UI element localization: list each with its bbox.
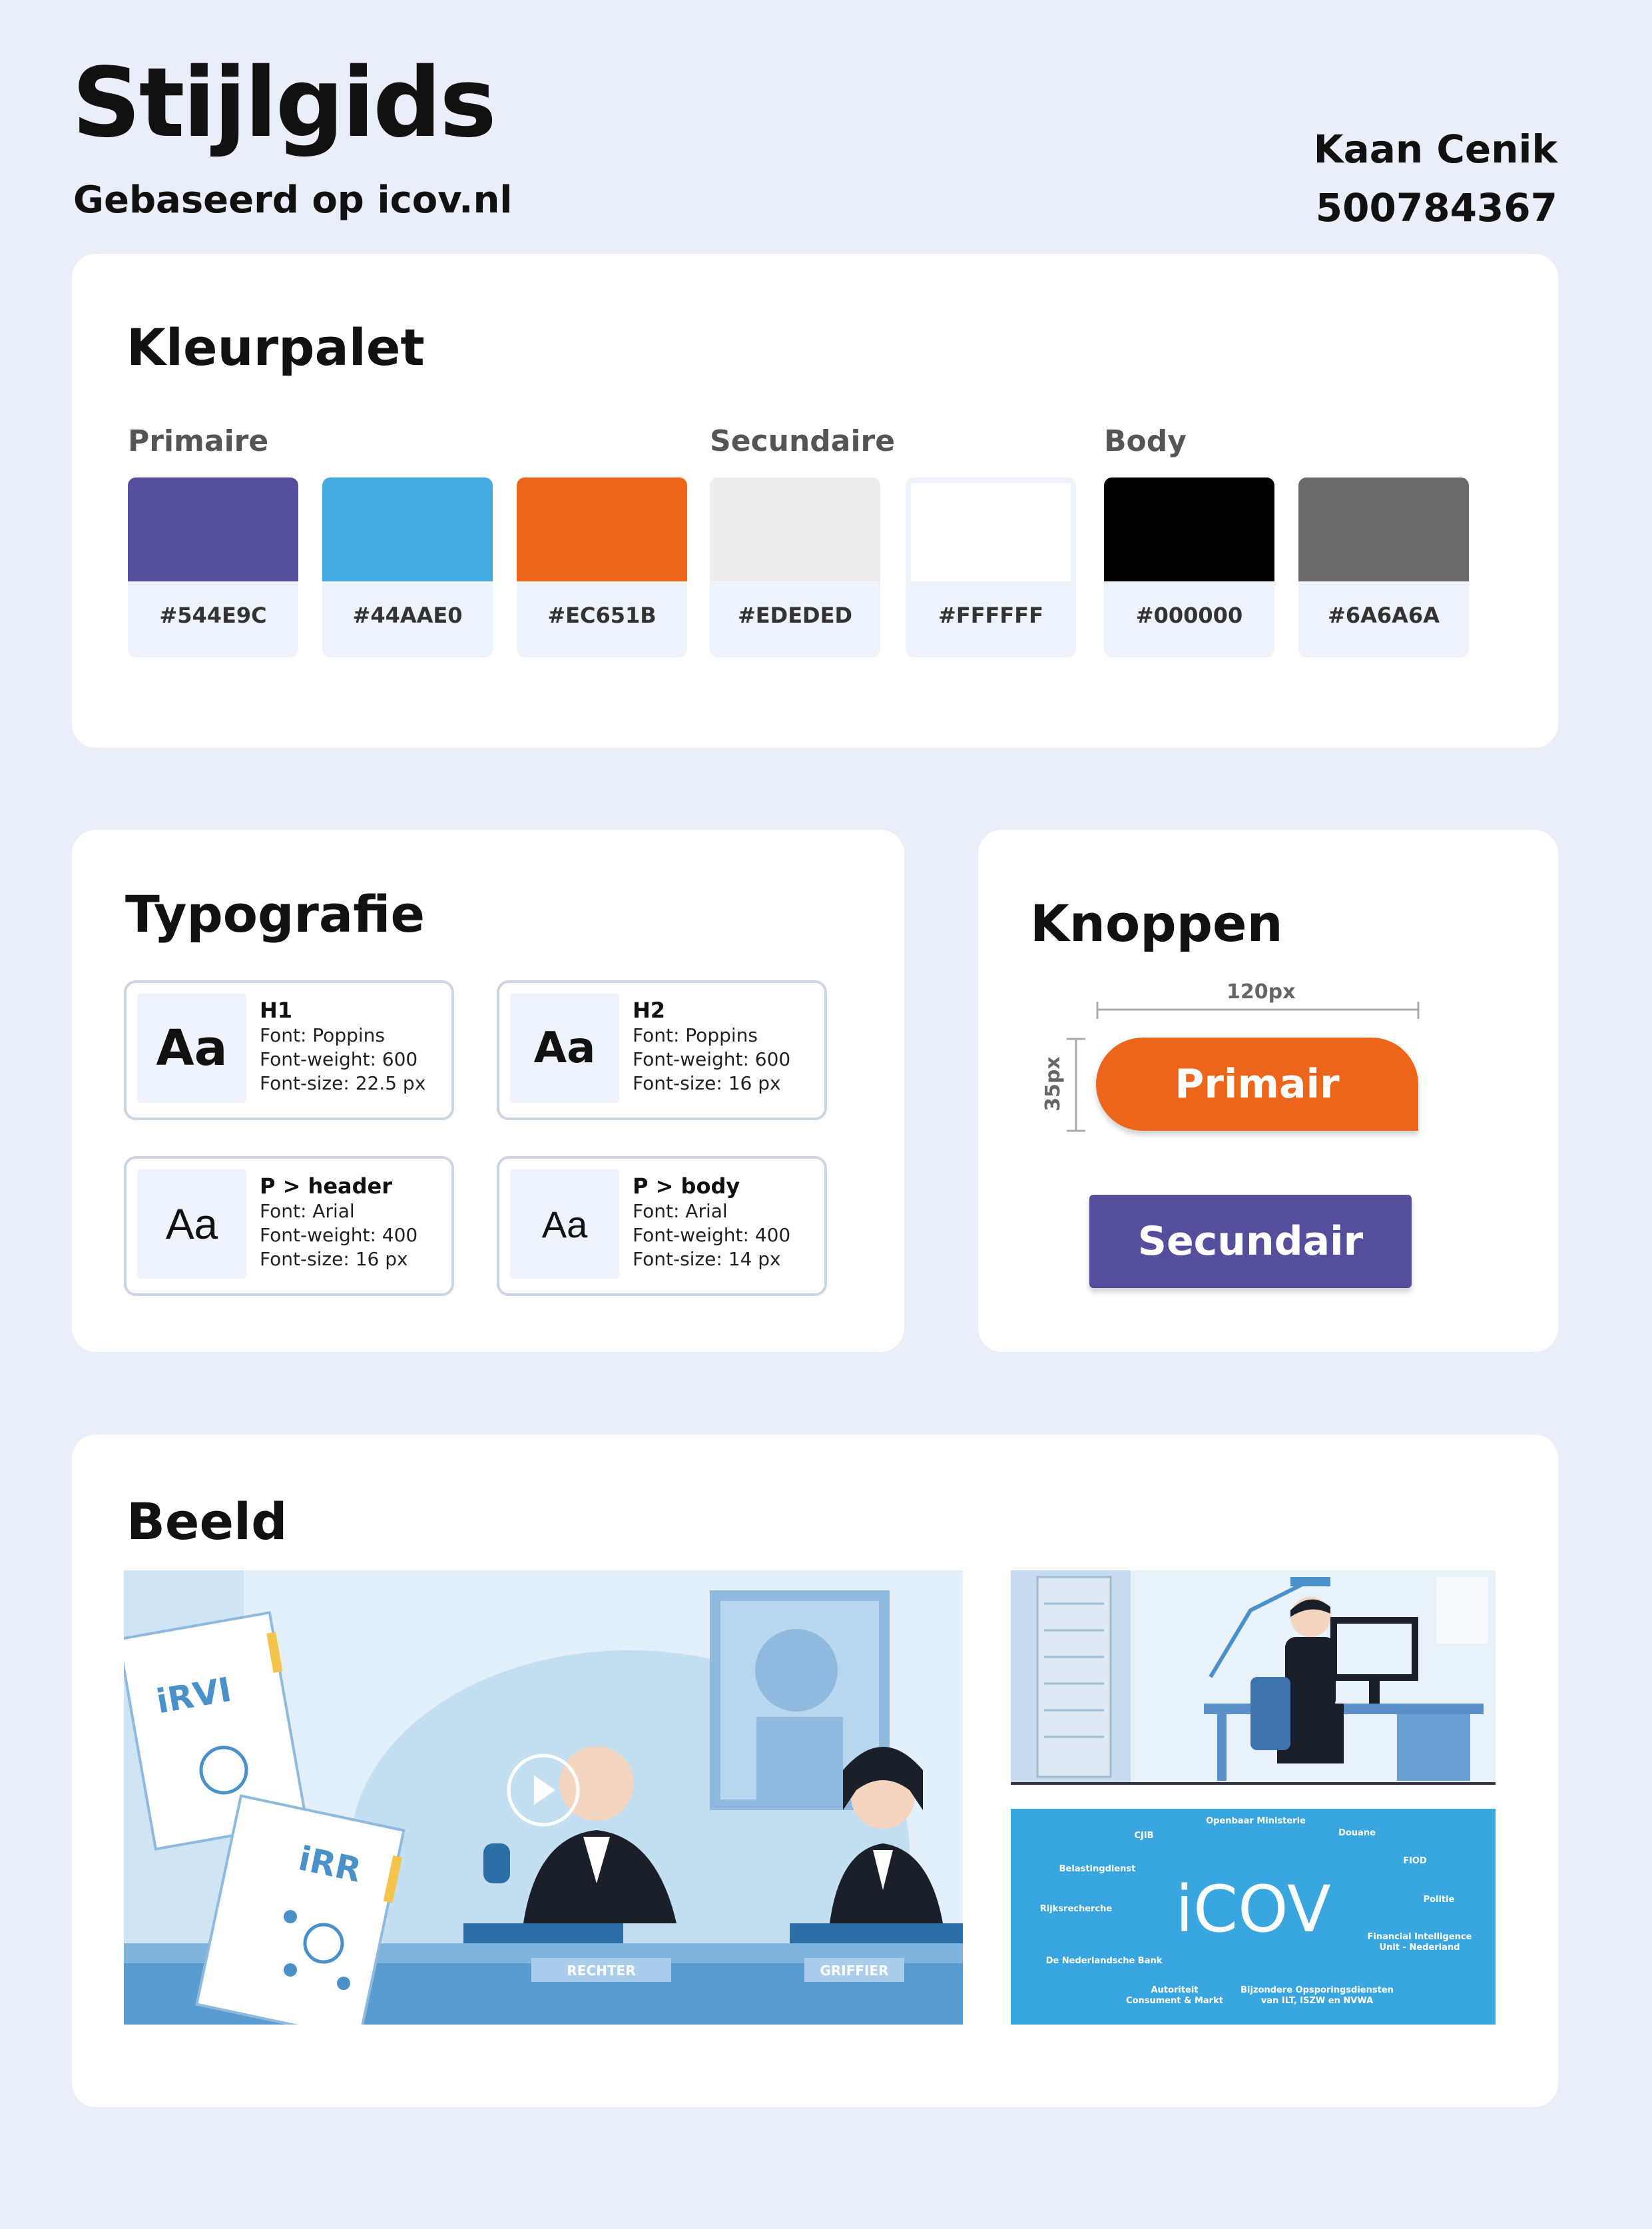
partner-belastingdienst: Belastingdienst bbox=[1059, 1864, 1136, 1874]
swatch-white: #FFFFFF bbox=[906, 478, 1076, 657]
swatch-blue: #44AAE0 bbox=[322, 478, 493, 657]
swatch-color bbox=[322, 478, 493, 581]
group-label-secondary: Secundaire bbox=[710, 424, 896, 458]
typography-card: Typografie Aa H1 Font: Poppins Font-weig… bbox=[72, 830, 904, 1352]
partner-cjib: CJIB bbox=[1134, 1831, 1153, 1841]
swatch-orange: #EC651B bbox=[517, 478, 687, 657]
partner-fiod: FIOD bbox=[1403, 1856, 1427, 1866]
swatch-purple: #544E9C bbox=[128, 478, 298, 657]
swatch-hex: #EDEDED bbox=[737, 603, 853, 628]
nameplate-judge: RECHTER bbox=[567, 1963, 635, 1979]
swatch-color bbox=[906, 478, 1076, 581]
palette-card: Kleurpalet Primaire Secundaire Body #544… bbox=[72, 254, 1558, 748]
palette-title: Kleurpalet bbox=[127, 318, 425, 377]
icov-logo: iCOV bbox=[1175, 1872, 1330, 1947]
type-weight: Font-weight: 400 bbox=[633, 1224, 791, 1246]
type-size: Font-size: 14 px bbox=[633, 1248, 781, 1270]
swatch-hex: #EC651B bbox=[547, 603, 657, 628]
swatch-darkgray: #6A6A6A bbox=[1298, 478, 1469, 657]
author-name: Kaan Cenik bbox=[1313, 127, 1557, 172]
height-dimension-line bbox=[1067, 1038, 1085, 1132]
type-sample-h1: Aa H1 Font: Poppins Font-weight: 600 Fon… bbox=[124, 980, 454, 1120]
primary-button[interactable]: Primair bbox=[1096, 1038, 1418, 1131]
type-preview: Aa bbox=[510, 1169, 619, 1279]
swatch-hex: #544E9C bbox=[159, 603, 267, 628]
typography-title: Typografie bbox=[125, 884, 425, 944]
swatch-color bbox=[1104, 478, 1274, 581]
type-name: H2 bbox=[633, 998, 666, 1023]
swatch-color bbox=[128, 478, 298, 581]
page-title: Stijlgids bbox=[72, 47, 497, 159]
swatch-black: #000000 bbox=[1104, 478, 1274, 657]
partner-rijksrecherche: Rijksrecherche bbox=[1040, 1904, 1113, 1914]
partner-douane: Douane bbox=[1338, 1828, 1376, 1838]
partner-fiu: Financial Intelligence bbox=[1368, 1932, 1472, 1942]
student-number: 500784367 bbox=[1315, 185, 1557, 230]
type-preview: Aa bbox=[510, 994, 619, 1103]
type-weight: Font-weight: 600 bbox=[633, 1048, 791, 1070]
swatch-color bbox=[710, 478, 880, 581]
icov-partners-card: iCOV Openbaar Ministerie CJIB Douane FIO… bbox=[1011, 1809, 1496, 2025]
partner-fiu-line2: Unit - Nederland bbox=[1380, 1943, 1460, 1953]
type-preview: Aa bbox=[137, 994, 246, 1103]
page-subtitle: Gebaseerd op icov.nl bbox=[73, 178, 513, 222]
swatch-hex: #FFFFFF bbox=[938, 603, 1043, 628]
type-preview: Aa bbox=[137, 1169, 246, 1279]
type-weight: Font-weight: 400 bbox=[260, 1224, 418, 1246]
height-dimension-label: 35px bbox=[1041, 1056, 1065, 1112]
width-dimension-line bbox=[1096, 1002, 1420, 1019]
swatch-color bbox=[517, 478, 687, 581]
type-size: Font-size: 22.5 px bbox=[260, 1072, 426, 1094]
nameplate-clerk: GRIFFIER bbox=[820, 1963, 888, 1979]
group-label-primary: Primaire bbox=[128, 424, 269, 458]
type-name: H1 bbox=[260, 998, 293, 1023]
partner-acm-line2: Consument & Markt bbox=[1126, 1996, 1223, 2006]
group-label-body: Body bbox=[1104, 424, 1187, 458]
buttons-title: Knoppen bbox=[1030, 894, 1283, 953]
type-sample-p-body: Aa P > body Font: Arial Font-weight: 400… bbox=[497, 1156, 827, 1296]
type-name: P > body bbox=[633, 1173, 740, 1199]
partner-om: Openbaar Ministerie bbox=[1206, 1816, 1306, 1826]
swatch-color bbox=[1298, 478, 1469, 581]
type-font: Font: Poppins bbox=[260, 1024, 385, 1046]
type-font: Font: Poppins bbox=[633, 1024, 758, 1046]
type-weight: Font-weight: 600 bbox=[260, 1048, 418, 1070]
type-font: Font: Arial bbox=[633, 1200, 728, 1222]
type-font: Font: Arial bbox=[260, 1200, 355, 1222]
type-sample-h2: Aa H2 Font: Poppins Font-weight: 600 Fon… bbox=[497, 980, 827, 1120]
swatch-hex: #000000 bbox=[1135, 603, 1243, 628]
secondary-button[interactable]: Secundair bbox=[1089, 1195, 1412, 1288]
swatch-hex: #44AAE0 bbox=[352, 603, 463, 628]
office-illustration bbox=[1011, 1570, 1496, 1785]
partner-politie: Politie bbox=[1424, 1895, 1455, 1905]
swatch-hex: #6A6A6A bbox=[1328, 603, 1440, 628]
partner-bod-line2: van ILT, ISZW en NVWA bbox=[1261, 1996, 1373, 2006]
type-sample-p-header: Aa P > header Font: Arial Font-weight: 4… bbox=[124, 1156, 454, 1296]
type-name: P > header bbox=[260, 1173, 393, 1199]
court-illustration: iRVI iRR RECHTER GRIFFIER bbox=[124, 1570, 963, 2025]
swatch-lightgray: #EDEDED bbox=[710, 478, 880, 657]
partner-bod: Bijzondere Opsporingsdiensten bbox=[1240, 1985, 1394, 1995]
imagery-title: Beeld bbox=[127, 1492, 288, 1551]
type-size: Font-size: 16 px bbox=[633, 1072, 781, 1094]
partner-dnb: De Nederlandsche Bank bbox=[1046, 1956, 1163, 1966]
type-size: Font-size: 16 px bbox=[260, 1248, 408, 1270]
partner-acm: Autoriteit bbox=[1151, 1985, 1198, 1995]
